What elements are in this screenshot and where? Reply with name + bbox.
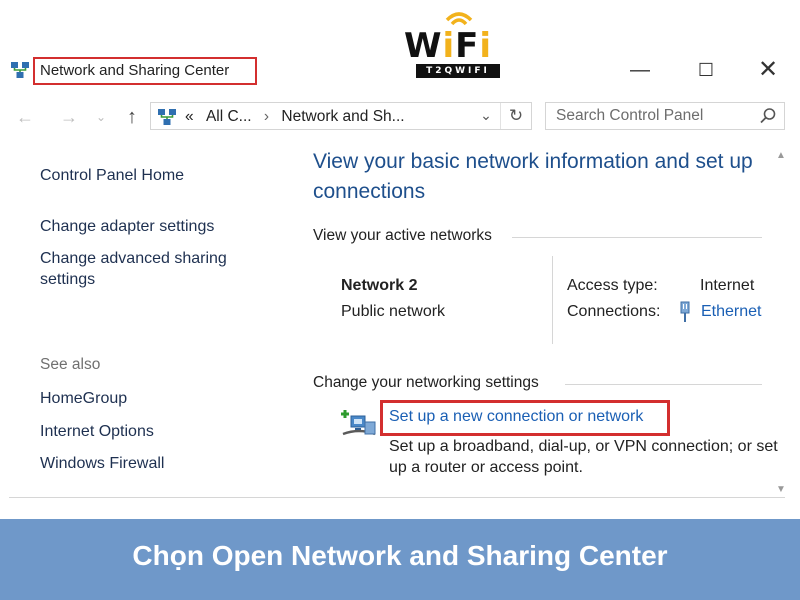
windows-firewall-link[interactable]: Windows Firewall — [40, 453, 164, 474]
breadcrumb-separator-icon: › — [263, 108, 270, 125]
search-box — [545, 102, 785, 130]
search-icon[interactable] — [758, 106, 778, 126]
search-input[interactable] — [546, 103, 766, 129]
window-controls: — ☐ ✕ — [620, 56, 790, 84]
breadcrumb: « All C... › Network and Sh... — [185, 108, 405, 126]
wifi-logo: WiFi T2QWIFI — [400, 8, 510, 82]
divider — [9, 497, 785, 498]
refresh-icon[interactable]: ↻ — [500, 103, 531, 129]
network-center-icon — [11, 62, 29, 78]
vertical-divider — [552, 256, 553, 344]
setup-new-connection-link[interactable]: Set up a new connection or network — [389, 408, 643, 426]
close-button[interactable]: ✕ — [748, 56, 788, 84]
see-also-label: See also — [40, 356, 101, 373]
caption-text: Chọn Open Network and Sharing Center — [132, 540, 668, 571]
change-settings-heading: Change your networking settings — [313, 374, 539, 391]
network-name: Network 2 — [341, 277, 418, 294]
minimize-button[interactable]: — — [620, 56, 660, 84]
recent-locations-chevron-icon[interactable]: ⌄ — [93, 104, 109, 130]
logo-wordmark: WiFi — [404, 26, 493, 66]
address-dropdown-chevron-icon[interactable]: ⌄ — [477, 107, 495, 124]
maximize-button[interactable]: ☐ — [686, 56, 726, 84]
internet-options-link[interactable]: Internet Options — [40, 421, 154, 442]
network-center-icon — [158, 109, 176, 125]
divider — [512, 237, 762, 238]
divider — [565, 384, 762, 385]
back-arrow-icon[interactable]: ← — [12, 104, 38, 130]
connections-label: Connections: — [567, 303, 661, 320]
active-networks-heading: View your active networks — [313, 227, 492, 244]
forward-arrow-icon[interactable]: → — [56, 104, 82, 130]
up-arrow-icon[interactable]: ↑ — [120, 104, 144, 130]
logo-banner: T2QWIFI — [416, 64, 500, 78]
change-advanced-sharing-link[interactable]: Change advanced sharing settings — [40, 248, 260, 290]
breadcrumb-all-control-panel[interactable]: All C... — [206, 108, 252, 125]
change-adapter-settings-link[interactable]: Change adapter settings — [40, 216, 214, 237]
scroll-down-arrow-icon[interactable]: ▼ — [776, 484, 794, 495]
control-panel-home-link[interactable]: Control Panel Home — [40, 165, 184, 186]
page-title: View your basic network information and … — [313, 150, 753, 203]
window-title: Network and Sharing Center — [40, 62, 230, 79]
ethernet-link[interactable]: Ethernet — [701, 303, 761, 321]
homegroup-link[interactable]: HomeGroup — [40, 388, 127, 409]
access-type-label: Access type: — [567, 277, 658, 294]
ethernet-icon — [680, 301, 690, 322]
access-type-value: Internet — [700, 277, 755, 294]
setup-description: Set up a broadband, dial-up, or VPN conn… — [389, 438, 778, 476]
scroll-up-arrow-icon[interactable]: ▲ — [776, 150, 794, 161]
new-connection-icon — [341, 410, 376, 436]
network-type[interactable]: Public network — [341, 303, 445, 321]
address-bar[interactable]: « All C... › Network and Sh... ⌄ ↻ — [150, 102, 532, 130]
breadcrumb-network-sharing[interactable]: Network and Sh... — [281, 108, 404, 125]
breadcrumb-overflow[interactable]: « — [185, 108, 194, 125]
